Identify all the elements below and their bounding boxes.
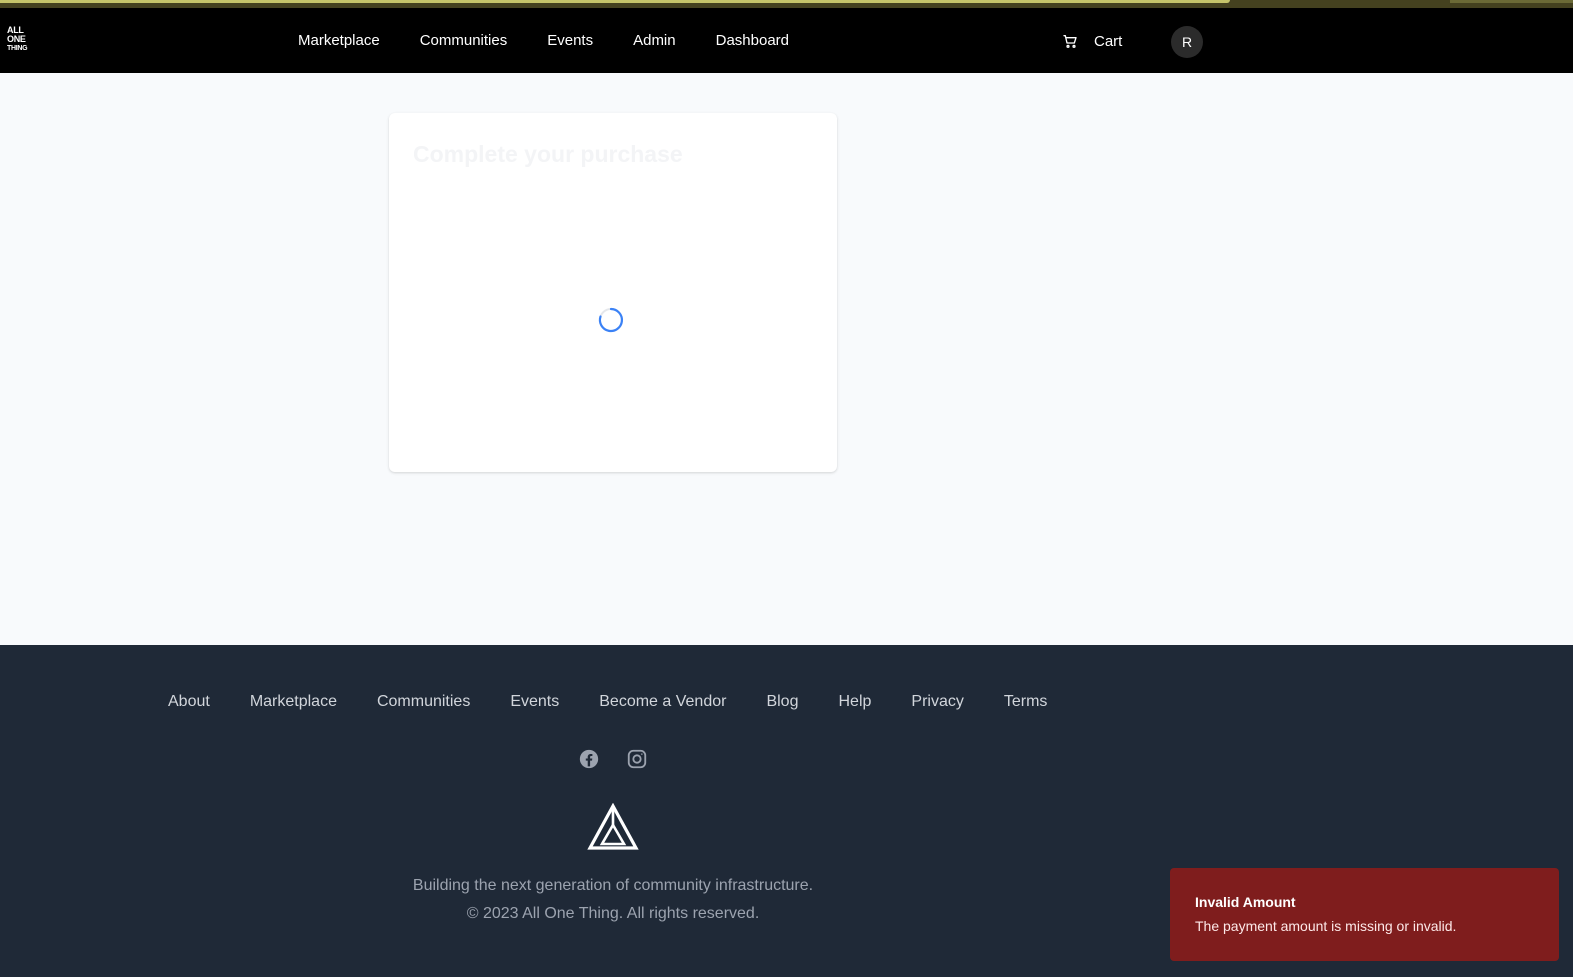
nav-events[interactable]: Events (547, 32, 593, 49)
progress-line (0, 0, 1230, 3)
nav-dashboard[interactable]: Dashboard (716, 32, 789, 49)
footer-link-events[interactable]: Events (510, 693, 559, 711)
footer-link-marketplace[interactable]: Marketplace (250, 693, 337, 711)
error-toast[interactable]: Invalid Amount The payment amount is mis… (1170, 868, 1559, 961)
nav-admin[interactable]: Admin (633, 32, 676, 49)
footer-link-blog[interactable]: Blog (766, 693, 798, 711)
site-header: ALL ONE THING Marketplace Communities Ev… (0, 8, 1573, 73)
cart-icon (1063, 35, 1077, 48)
footer-copyright: © 2023 All One Thing. All rights reserve… (466, 905, 760, 922)
progress-pill (1450, 0, 1573, 3)
footer-link-terms[interactable]: Terms (1004, 693, 1048, 711)
toast-message: The payment amount is missing or invalid… (1195, 918, 1457, 934)
user-avatar[interactable]: R (1171, 26, 1203, 58)
top-progress-strip (0, 0, 1573, 8)
nav-communities[interactable]: Communities (420, 32, 508, 49)
main-nav: Marketplace Communities Events Admin Das… (298, 8, 829, 73)
footer-link-privacy[interactable]: Privacy (911, 693, 963, 711)
instagram-icon[interactable] (626, 748, 648, 770)
toast-title: Invalid Amount (1195, 894, 1296, 910)
logo-line-2: ONE (7, 34, 26, 44)
brand-logo[interactable]: ALL ONE THING (7, 26, 35, 55)
cart-button[interactable]: Cart (1062, 30, 1122, 52)
spinner-icon (598, 307, 623, 333)
social-links (578, 748, 674, 770)
footer-nav: About Marketplace Communities Events Bec… (168, 693, 1087, 711)
checkout-card: Complete your purchase (389, 113, 837, 472)
facebook-icon[interactable] (578, 748, 600, 770)
footer-link-communities[interactable]: Communities (377, 693, 470, 711)
footer-link-about[interactable]: About (168, 693, 210, 711)
logo-line-3: THING (7, 45, 28, 52)
footer-tagline: Building the next generation of communit… (412, 877, 814, 894)
cart-label: Cart (1094, 32, 1123, 50)
footer-link-help[interactable]: Help (838, 693, 871, 711)
nav-marketplace[interactable]: Marketplace (298, 32, 380, 49)
footer-link-become-vendor[interactable]: Become a Vendor (599, 693, 726, 711)
footer-logo-icon (587, 803, 639, 850)
page-title: Complete your purchase (413, 141, 683, 167)
